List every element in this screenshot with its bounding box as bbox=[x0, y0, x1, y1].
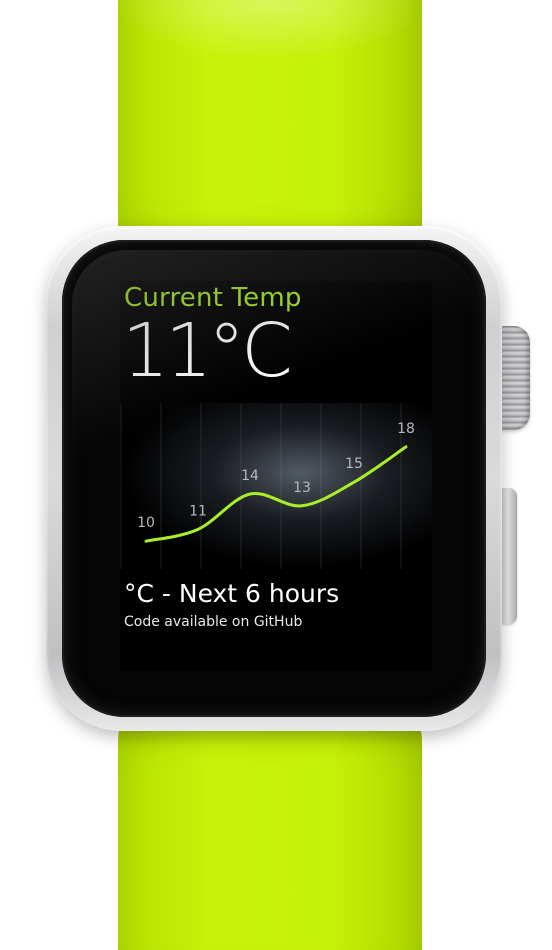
temperature-chart: 10 11 14 13 15 18 bbox=[120, 403, 432, 569]
data-label: 15 bbox=[345, 456, 363, 472]
chart-label: °C - Next 6 hours bbox=[124, 579, 340, 608]
data-label: 10 bbox=[137, 515, 155, 531]
watch-screen[interactable]: Current Temp 11°C 10 11 14 13 15 18 °C - Next… bbox=[120, 281, 432, 671]
data-label: 18 bbox=[397, 421, 415, 437]
data-label: 14 bbox=[241, 468, 259, 484]
watch-band-bottom bbox=[118, 700, 422, 950]
chart-svg: 10 11 14 13 15 18 bbox=[137, 421, 415, 543]
watch-device: Current Temp 11°C 10 11 14 13 15 18 °C - Next… bbox=[0, 0, 552, 950]
current-temperature: 11°C bbox=[122, 308, 293, 394]
data-label: 13 bbox=[293, 480, 311, 496]
data-label: 11 bbox=[189, 503, 207, 519]
series-line bbox=[144, 445, 408, 543]
code-caption: Code available on GitHub bbox=[124, 614, 303, 630]
